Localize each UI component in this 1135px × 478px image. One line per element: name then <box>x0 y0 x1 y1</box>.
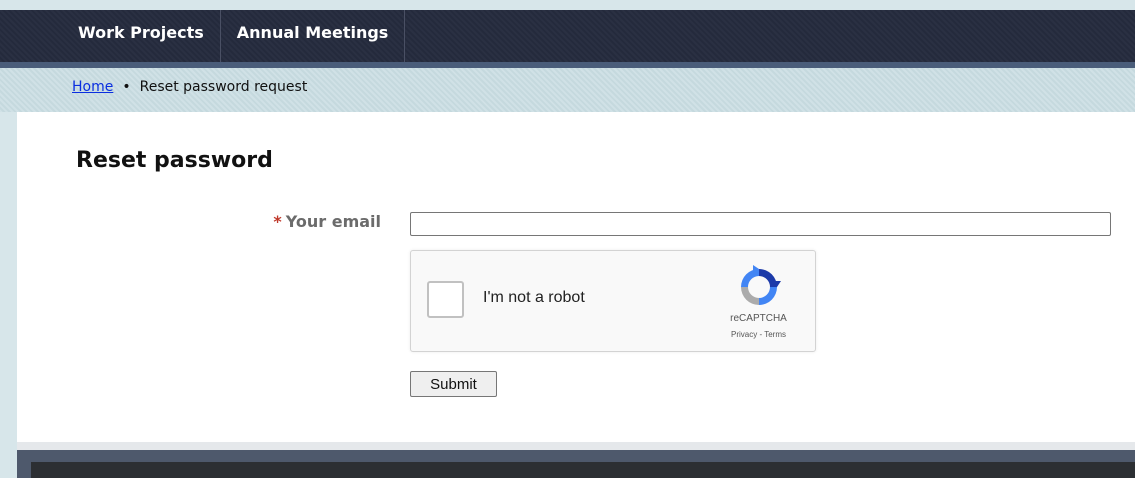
email-field[interactable] <box>410 212 1111 236</box>
recaptcha-widget: I'm not a robot reCAPTCHA Privacy - Term… <box>410 250 816 352</box>
submit-button[interactable]: Submit <box>410 371 497 397</box>
breadcrumb: Home • Reset password request <box>0 68 1135 112</box>
email-label-text: Your email <box>285 212 381 231</box>
footer-divider <box>17 442 1135 450</box>
recaptcha-links[interactable]: Privacy - Terms <box>711 330 806 339</box>
footer <box>17 450 1135 478</box>
recaptcha-label: I'm not a robot <box>483 289 585 306</box>
top-nav: Work Projects Annual Meetings <box>0 10 1135 62</box>
footer-inner <box>31 462 1135 478</box>
breadcrumb-current: Reset password request <box>139 79 308 95</box>
email-label: * Your email <box>255 212 381 231</box>
breadcrumb-separator: • <box>122 79 131 95</box>
page-title: Reset password <box>76 148 273 173</box>
breadcrumb-home-link[interactable]: Home <box>72 79 113 95</box>
recaptcha-checkbox[interactable] <box>427 281 464 318</box>
main-content: Reset password * Your email I'm not a rob… <box>17 112 1135 442</box>
left-margin <box>0 112 17 478</box>
required-marker: * <box>273 212 282 231</box>
nav-item-annual-meetings[interactable]: Annual Meetings <box>221 10 406 62</box>
recaptcha-logo-icon <box>741 265 781 305</box>
recaptcha-brand: reCAPTCHA <box>730 313 787 324</box>
nav-item-work-projects[interactable]: Work Projects <box>62 10 221 62</box>
